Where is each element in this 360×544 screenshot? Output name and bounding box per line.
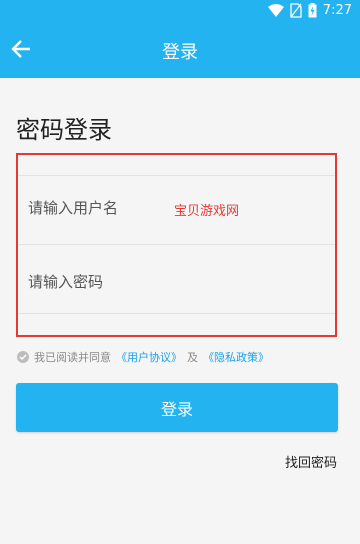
agreement-checkbox[interactable] (17, 351, 29, 363)
wifi-icon (267, 3, 284, 17)
page-title: 密码登录 (16, 116, 112, 144)
form-divider-top (18, 175, 335, 176)
app-bar: 登录 (0, 22, 360, 78)
no-sim-icon (290, 3, 302, 18)
watermark-text: 宝贝游戏网 (174, 204, 240, 219)
status-time: 7:27 (322, 3, 352, 18)
agreement-row: 我已阅读并同意 《用户协议》 及 《隐私政策》 (17, 349, 269, 365)
agreement-and: 及 (187, 351, 198, 364)
form-divider-bottom (18, 313, 335, 314)
status-bar: 7:27 (0, 0, 360, 22)
user-agreement-link[interactable]: 《用户协议》 (116, 349, 182, 365)
forgot-password-link[interactable]: 找回密码 (285, 452, 337, 471)
agreement-prefix: 我已阅读并同意 (34, 351, 111, 364)
status-icons: 7:27 (267, 3, 352, 18)
password-input[interactable]: 请输入密码 (28, 264, 328, 300)
battery-charging-icon (308, 3, 317, 18)
login-button[interactable]: 登录 (16, 383, 338, 432)
check-icon (19, 354, 27, 361)
app-bar-title: 登录 (162, 42, 198, 63)
login-form-highlight (16, 153, 337, 337)
form-divider-middle (18, 244, 335, 245)
privacy-policy-link[interactable]: 《隐私政策》 (203, 349, 269, 365)
